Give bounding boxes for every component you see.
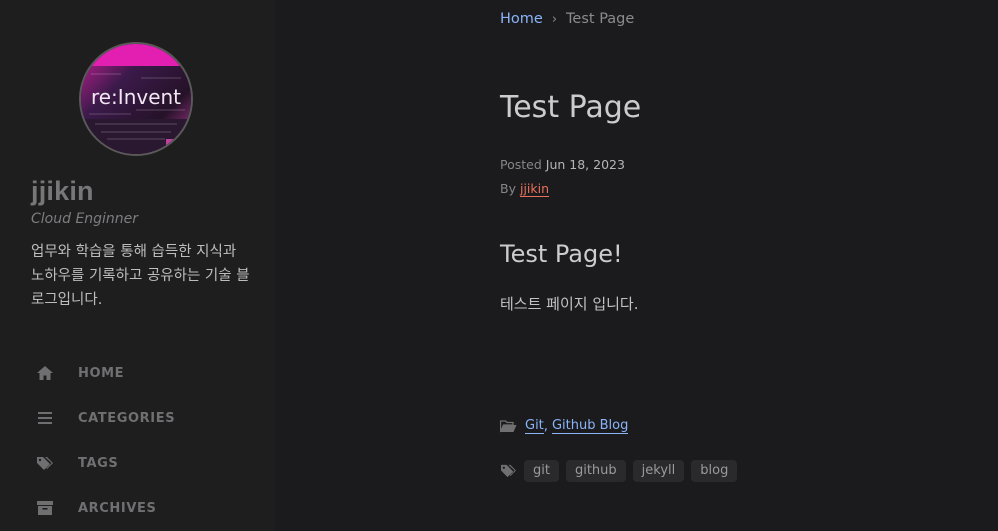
author-link[interactable]: jjikin [519, 181, 550, 197]
breadcrumb-separator: › [551, 11, 558, 27]
site-title[interactable]: jjikin [31, 176, 94, 207]
svg-text:re:Invent: re:Invent [91, 85, 181, 109]
tag-link[interactable]: git [524, 460, 559, 482]
nav-item-tags[interactable]: TAGS [0, 443, 275, 483]
post-categories: Git , Github Blog [500, 418, 629, 434]
content-body: 테스트 페이지 입니다. [500, 295, 639, 313]
tag-link[interactable]: blog [691, 460, 738, 482]
site-description: 업무와 학습을 통해 습득한 지식과 노하우를 기록하고 공유하는 기술 블로그… [31, 244, 250, 308]
tag-icon [500, 464, 517, 478]
breadcrumb-current: Test Page [566, 11, 635, 27]
by-label: By [500, 181, 516, 196]
list-icon [35, 408, 55, 428]
posted-label: Posted [500, 157, 542, 172]
home-icon [35, 363, 55, 383]
nav-label: ARCHIVES [78, 500, 157, 516]
post-author: By jjikin [500, 181, 550, 197]
nav-item-home[interactable]: HOME [0, 353, 275, 393]
post-date-value: Jun 18, 2023 [545, 157, 625, 172]
breadcrumb: Home › Test Page [500, 11, 634, 27]
folder-open-icon [500, 419, 517, 433]
tags-icon [35, 453, 55, 473]
nav-item-categories[interactable]: CATEGORIES [0, 398, 275, 438]
nav-label: HOME [78, 365, 125, 381]
nav-label: CATEGORIES [78, 410, 176, 426]
breadcrumb-home-link[interactable]: Home [500, 11, 543, 27]
nav-label: TAGS [78, 455, 119, 471]
site-subtitle: Cloud Enginner [31, 211, 139, 227]
post-tags: git github jekyll blog [500, 460, 744, 482]
tag-link[interactable]: jekyll [632, 460, 685, 482]
sidebar: re:Invent jjikin Cloud Enginner 업무와 학습을 … [0, 0, 275, 531]
page-title: Test Page [500, 90, 642, 125]
avatar-image: re:Invent [81, 44, 191, 154]
nav-item-archives[interactable]: ARCHIVES [0, 488, 275, 528]
content-heading: Test Page! [500, 240, 623, 268]
tag-link[interactable]: github [565, 460, 626, 482]
avatar[interactable]: re:Invent [79, 42, 193, 156]
archive-icon [35, 498, 55, 518]
category-link[interactable]: Github Blog [551, 418, 629, 434]
post-date: Posted Jun 18, 2023 [500, 157, 625, 172]
category-link[interactable]: Git [525, 418, 544, 434]
